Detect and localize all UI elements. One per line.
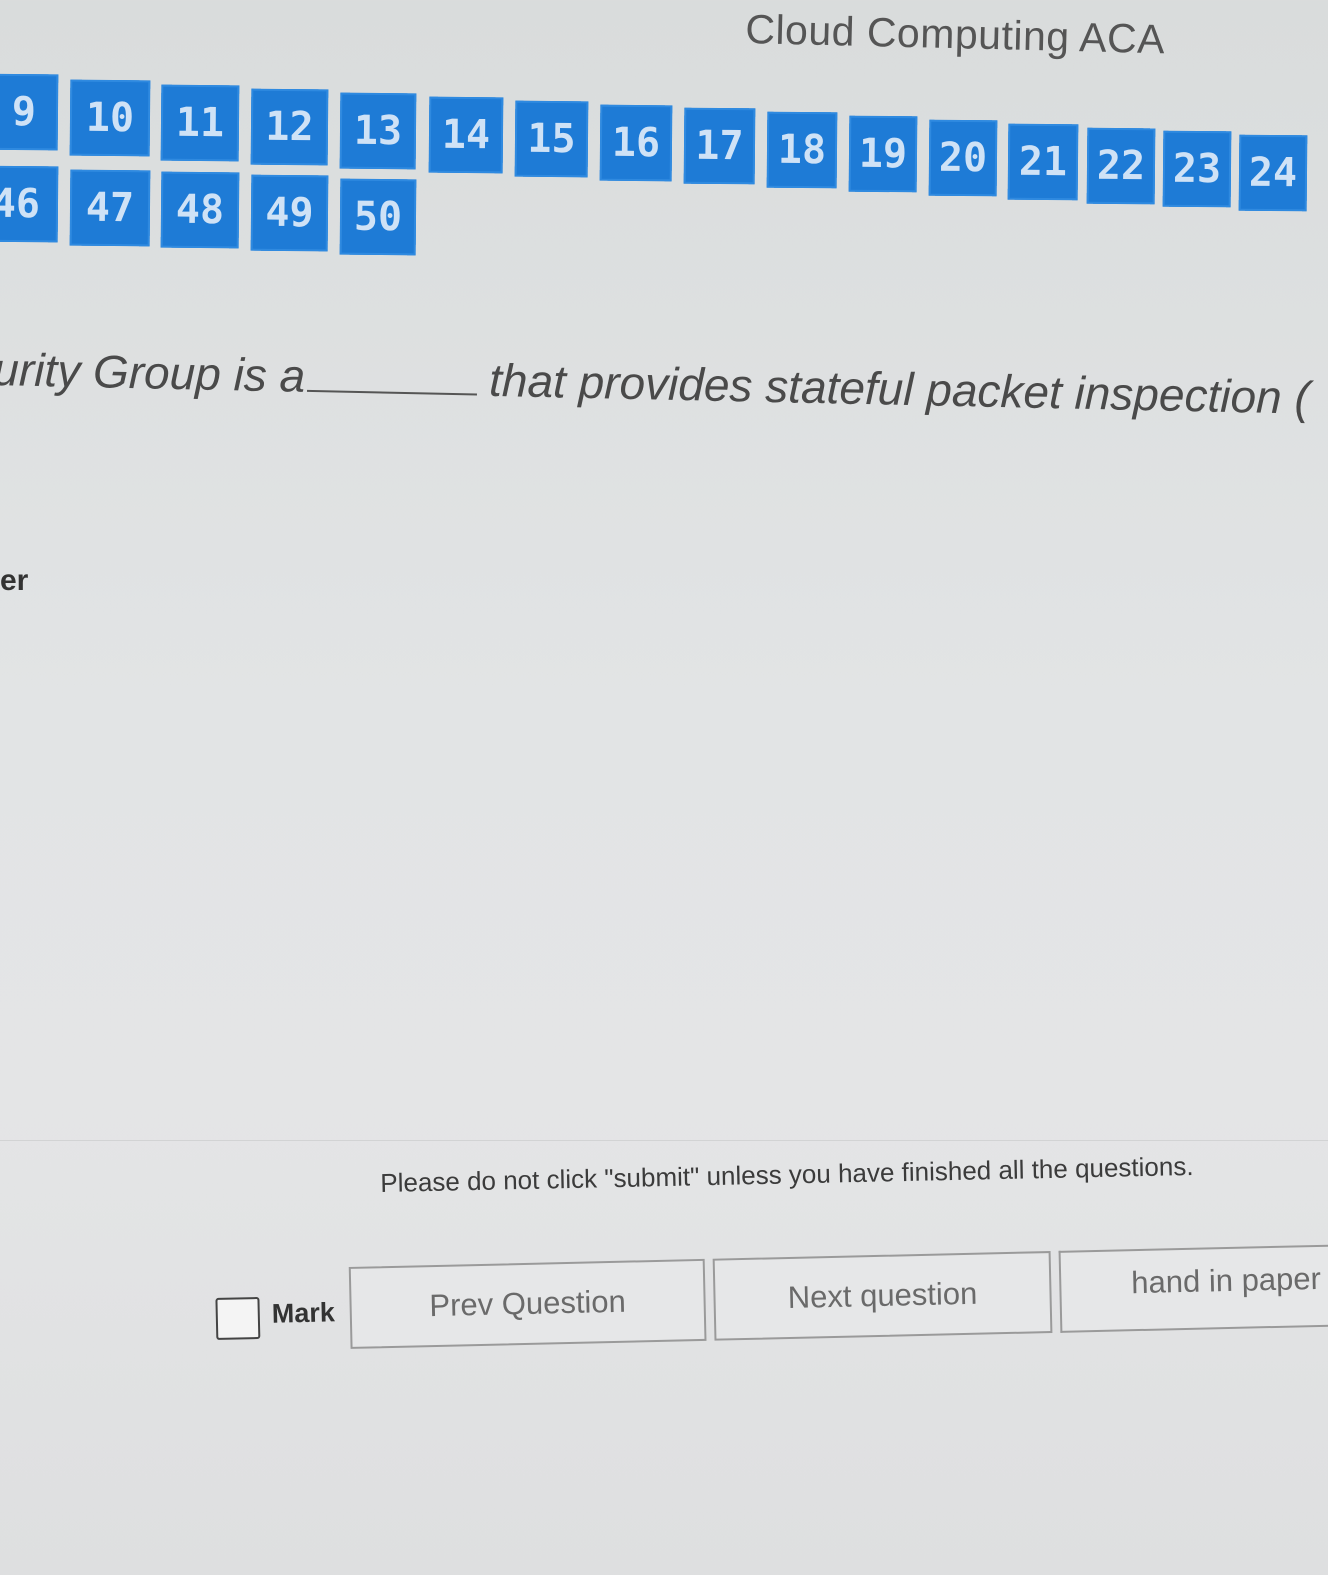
question-nav-button-10[interactable]: 10 (69, 79, 151, 157)
question-nav-button-18[interactable]: 18 (766, 111, 838, 189)
question-nav-button-22[interactable]: 22 (1086, 127, 1156, 205)
question-nav-button-20[interactable]: 20 (928, 119, 998, 197)
question-nav-button-21[interactable]: 21 (1007, 123, 1079, 201)
question-nav-button-46[interactable]: 46 (0, 165, 59, 243)
question-text-end: that provides stateful packet inspection… (488, 353, 1311, 424)
question-nav-button-17[interactable]: 17 (683, 107, 756, 185)
mark-label: Mark (271, 1297, 336, 1329)
question-nav-button-19[interactable]: 19 (848, 115, 918, 193)
question-text: urity Group is a that provides stateful p… (0, 342, 1310, 425)
question-nav-button-14[interactable]: 14 (428, 96, 504, 174)
question-nav-button-16[interactable]: 16 (599, 104, 673, 182)
question-nav-button-15[interactable]: 15 (514, 100, 589, 178)
divider (0, 1140, 1328, 1141)
question-text-start: urity Group is a (0, 342, 306, 402)
question-nav-button-24[interactable]: 24 (1238, 134, 1308, 212)
question-controls: Mark Prev Question Next question hand in… (214, 1211, 1328, 1356)
question-navigator: 9 10 11 12 13 14 15 16 17 18 19 20 21 22… (0, 0, 1328, 270)
answer-blank (306, 355, 478, 396)
question-nav-button-11[interactable]: 11 (160, 84, 240, 162)
question-nav-button-9[interactable]: 9 (0, 73, 59, 151)
prev-question-button[interactable]: Prev Question (348, 1258, 707, 1349)
question-nav-button-47[interactable]: 47 (69, 169, 151, 247)
question-nav-button-12[interactable]: 12 (250, 88, 329, 166)
hand-in-paper-button[interactable]: hand in paper (1058, 1244, 1328, 1333)
mark-checkbox[interactable] (215, 1296, 261, 1340)
answer-label: er (0, 564, 29, 597)
question-nav-button-13[interactable]: 13 (339, 92, 417, 170)
question-nav-button-23[interactable]: 23 (1162, 130, 1232, 208)
next-question-button[interactable]: Next question (712, 1251, 1053, 1341)
question-nav-button-50[interactable]: 50 (339, 178, 417, 256)
question-nav-button-49[interactable]: 49 (250, 174, 329, 252)
submit-warning: Please do not click "submit" unless you … (380, 1150, 1194, 1198)
question-nav-button-48[interactable]: 48 (160, 171, 240, 249)
